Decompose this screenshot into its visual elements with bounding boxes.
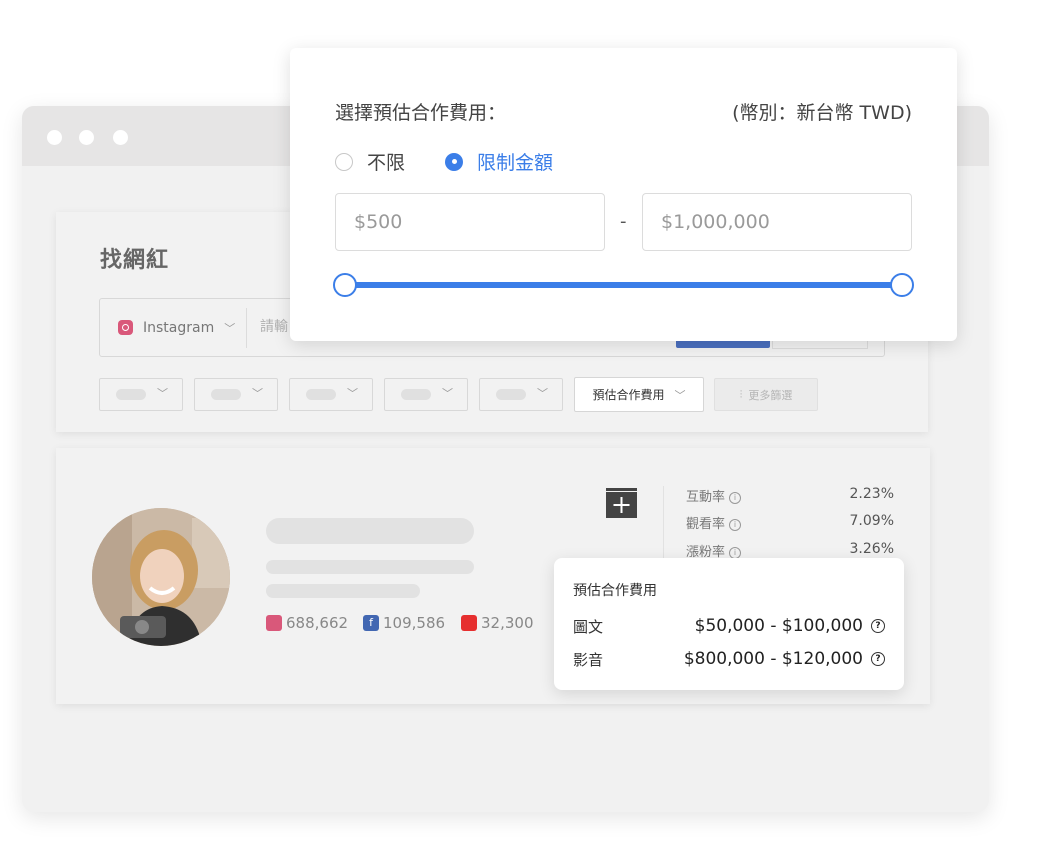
range-separator: - bbox=[620, 211, 627, 232]
filter-dropdown[interactable]: ﹀ bbox=[99, 378, 183, 411]
more-filters-button[interactable]: ⫶ 更多篩選 bbox=[714, 378, 818, 411]
fee-filter-label: 預估合作費用 bbox=[592, 388, 665, 402]
fee-filter-dropdown[interactable]: 預估合作費用 ﹀ bbox=[574, 377, 704, 412]
filter-placeholder bbox=[306, 389, 336, 400]
filter-dropdown[interactable]: ﹀ bbox=[194, 378, 278, 411]
radio-limited[interactable]: 限制金額 bbox=[445, 148, 553, 175]
radio-icon bbox=[335, 152, 353, 171]
range-slider-min-handle[interactable] bbox=[333, 273, 357, 297]
divider bbox=[246, 308, 247, 348]
filter-dropdown[interactable]: ﹀ bbox=[384, 378, 468, 411]
help-icon[interactable]: ? bbox=[871, 619, 885, 633]
filter-placeholder bbox=[401, 389, 431, 400]
chevron-down-icon: ﹀ bbox=[252, 387, 263, 400]
fee-tooltip-title: 預估合作費用 bbox=[573, 583, 657, 599]
radio-unlimited[interactable]: 不限 bbox=[335, 148, 405, 175]
text-placeholder bbox=[266, 560, 474, 574]
metric-label: 互動率 bbox=[686, 490, 726, 505]
filter-placeholder bbox=[211, 389, 241, 400]
radio-selected-icon bbox=[445, 152, 463, 171]
chevron-down-icon: ﹀ bbox=[347, 387, 358, 400]
chevron-down-icon: ﹀ bbox=[537, 387, 548, 400]
chevron-down-icon: ﹀ bbox=[442, 387, 453, 400]
fee-range-label: 選擇預估合作費用： bbox=[335, 102, 507, 124]
filter-dropdown[interactable]: ﹀ bbox=[479, 378, 563, 411]
metric-value: 2.23% bbox=[849, 486, 894, 502]
add-to-list-icon[interactable] bbox=[606, 488, 637, 518]
metric-value: 7.09% bbox=[849, 513, 894, 529]
range-slider-max-handle[interactable] bbox=[890, 273, 914, 297]
page-title: 找網紅 bbox=[100, 248, 170, 273]
filter-placeholder bbox=[116, 389, 146, 400]
window-maximize-dot[interactable] bbox=[113, 130, 128, 145]
metric-label: 觀看率 bbox=[686, 517, 726, 532]
youtube-count: 32,300 bbox=[481, 614, 534, 632]
fee-row-value: $800,000 - $120,000 bbox=[683, 649, 863, 669]
chevron-down-icon: ﹀ bbox=[224, 321, 236, 335]
chevron-down-icon: ﹀ bbox=[157, 387, 168, 400]
filter-dropdown[interactable]: ﹀ bbox=[289, 378, 373, 411]
max-fee-input[interactable] bbox=[642, 193, 912, 251]
radio-limited-label: 限制金額 bbox=[477, 152, 554, 174]
instagram-followers: 688,662 bbox=[266, 614, 348, 632]
more-filters-label: 更多篩選 bbox=[748, 388, 793, 402]
range-slider-track[interactable] bbox=[346, 282, 901, 288]
chevron-down-icon: ﹀ bbox=[674, 388, 686, 402]
instagram-count: 688,662 bbox=[286, 614, 349, 632]
radio-unlimited-label: 不限 bbox=[367, 152, 406, 174]
metric-value: 3.26% bbox=[849, 541, 894, 557]
fee-tooltip: 預估合作費用 圖文 $50,000 - $100,000? 影音 $800,00… bbox=[554, 558, 904, 690]
avatar[interactable] bbox=[92, 508, 230, 646]
instagram-icon bbox=[266, 615, 282, 631]
platform-label: Instagram bbox=[143, 319, 215, 336]
window-minimize-dot[interactable] bbox=[79, 130, 94, 145]
currency-note: (幣別：新台幣 TWD) bbox=[732, 102, 912, 124]
facebook-count: 109,586 bbox=[383, 614, 446, 632]
youtube-followers: 32,300 bbox=[461, 614, 534, 632]
text-placeholder bbox=[266, 584, 420, 598]
sliders-icon: ⫶ bbox=[739, 387, 743, 401]
search-input[interactable]: 請輸 bbox=[260, 299, 288, 356]
window-close-dot[interactable] bbox=[47, 130, 62, 145]
fee-range-popup: 選擇預估合作費用： (幣別：新台幣 TWD) 不限 限制金額 - bbox=[290, 48, 957, 341]
help-icon[interactable]: ? bbox=[871, 652, 885, 666]
instagram-icon bbox=[118, 320, 133, 335]
platform-select[interactable]: Instagram ﹀ bbox=[118, 299, 235, 356]
fee-row-label: 影音 bbox=[573, 651, 604, 669]
facebook-icon: f bbox=[363, 615, 379, 631]
facebook-followers: f 109,586 bbox=[363, 614, 445, 632]
name-placeholder bbox=[266, 518, 474, 544]
avatar-photo bbox=[92, 508, 230, 646]
info-icon[interactable]: i bbox=[729, 519, 742, 531]
fee-row-label: 圖文 bbox=[573, 618, 604, 636]
info-icon[interactable]: i bbox=[729, 492, 742, 504]
filter-placeholder bbox=[496, 389, 526, 400]
youtube-icon bbox=[461, 615, 477, 631]
min-fee-input[interactable] bbox=[335, 193, 605, 251]
fee-row-value: $50,000 - $100,000 bbox=[694, 616, 863, 636]
